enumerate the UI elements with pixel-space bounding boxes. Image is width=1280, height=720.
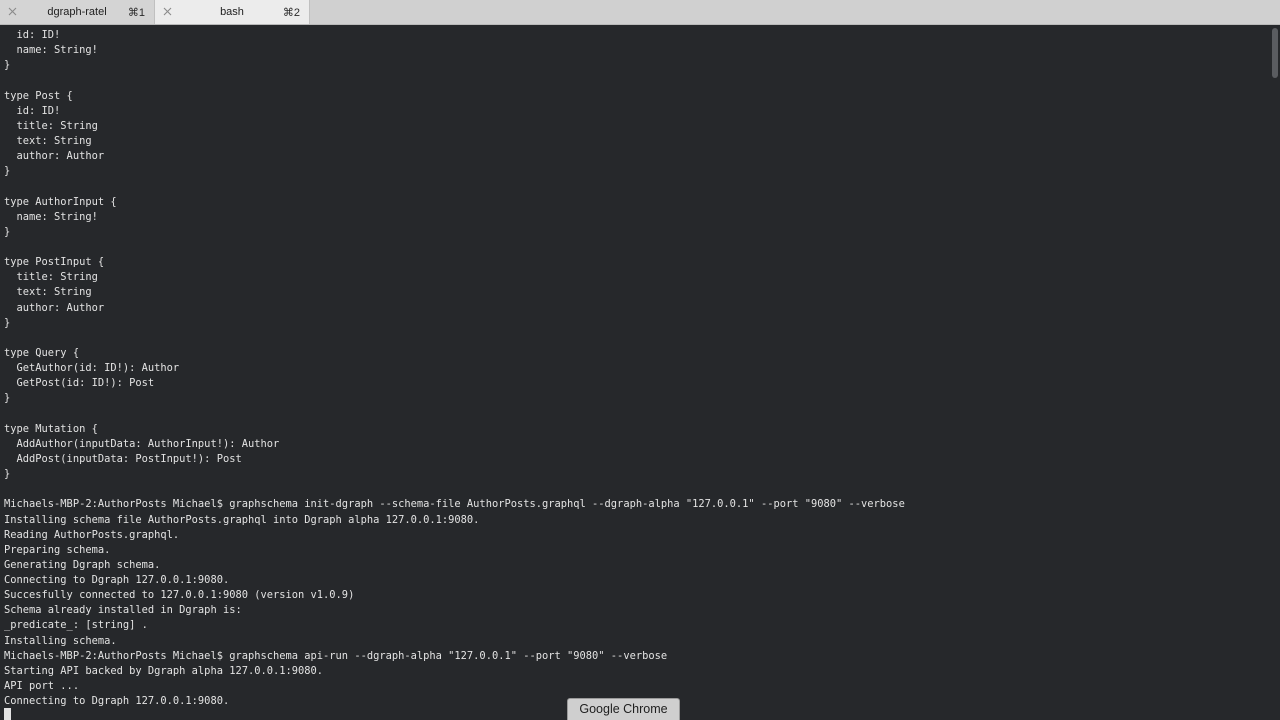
terminal-line: type AuthorInput {	[4, 195, 117, 208]
terminal-line: type Mutation {	[4, 422, 98, 435]
terminal-line: }	[4, 392, 11, 405]
terminal-line: type Query {	[4, 346, 80, 359]
terminal-line: Schema already installed in Dgraph is:	[4, 604, 242, 617]
tab-dgraph-ratel[interactable]: dgraph-ratel ⌘1	[0, 0, 155, 24]
terminal-lines: id: ID! name: String!} type Post { id: ID…	[4, 28, 905, 709]
terminal-line: Preparing schema.	[4, 543, 111, 556]
terminal-line: }	[4, 59, 11, 72]
terminal-line: title: String	[4, 271, 98, 284]
terminal-line: }	[4, 225, 11, 238]
terminal-line: Starting API backed by Dgraph alpha 127.…	[4, 664, 324, 677]
terminal-line: }	[4, 316, 11, 329]
tab-bash[interactable]: bash ⌘2	[155, 0, 310, 24]
terminal-line: Succesfully connected to 127.0.0.1:9080 …	[4, 589, 355, 602]
tab-shortcut: ⌘1	[127, 7, 145, 19]
dock-tooltip: Google Chrome	[567, 698, 680, 720]
terminal-line: title: String	[4, 119, 98, 132]
terminal-line: Michaels-MBP-2:AuthorPosts Michael$ grap…	[4, 498, 905, 511]
terminal-line: author: Author	[4, 150, 105, 163]
terminal-line: name: String!	[4, 44, 98, 57]
terminal-line: AddPost(inputData: PostInput!): Post	[4, 452, 242, 465]
terminal-line: Reading AuthorPosts.graphql.	[4, 528, 180, 541]
terminal-cursor	[4, 708, 11, 720]
scrollbar[interactable]	[1270, 26, 1280, 720]
terminal-line: id: ID!	[4, 29, 61, 41]
terminal-line: API port ...	[4, 680, 80, 693]
terminal-line: text: String	[4, 286, 92, 299]
terminal-line: Generating Dgraph schema.	[4, 558, 161, 571]
scrollbar-thumb[interactable]	[1272, 28, 1278, 78]
terminal-window: dgraph-ratel ⌘1 bash ⌘2 id: ID! name: St…	[0, 0, 1280, 720]
terminal-line: GetPost(id: ID!): Post	[4, 377, 155, 390]
tab-bar-empty-area	[310, 0, 1280, 24]
terminal-line: Connecting to Dgraph 127.0.0.1:9080.	[4, 574, 230, 587]
terminal-line: Michaels-MBP-2:AuthorPosts Michael$ grap…	[4, 649, 668, 662]
terminal-line: Installing schema.	[4, 634, 117, 647]
tab-bar: dgraph-ratel ⌘1 bash ⌘2	[0, 0, 1280, 25]
terminal-line: Installing schema file AuthorPosts.graph…	[4, 513, 480, 526]
terminal-line: type PostInput {	[4, 256, 105, 269]
terminal-line: type Post {	[4, 89, 73, 102]
terminal-line: Connecting to Dgraph 127.0.0.1:9080.	[4, 695, 230, 708]
terminal-output[interactable]: id: ID! name: String!} type Post { id: ID…	[0, 26, 1270, 720]
tab-shortcut: ⌘2	[282, 7, 300, 19]
terminal-line: _predicate_: [string] .	[4, 619, 148, 632]
terminal-line: }	[4, 165, 11, 178]
terminal-line: id: ID!	[4, 104, 61, 117]
terminal-line: }	[4, 468, 11, 481]
terminal-line: GetAuthor(id: ID!): Author	[4, 362, 180, 375]
terminal-line: name: String!	[4, 210, 98, 223]
terminal-line: author: Author	[4, 301, 105, 314]
terminal-line: AddAuthor(inputData: AuthorInput!): Auth…	[4, 437, 280, 450]
terminal-line: text: String	[4, 134, 92, 147]
